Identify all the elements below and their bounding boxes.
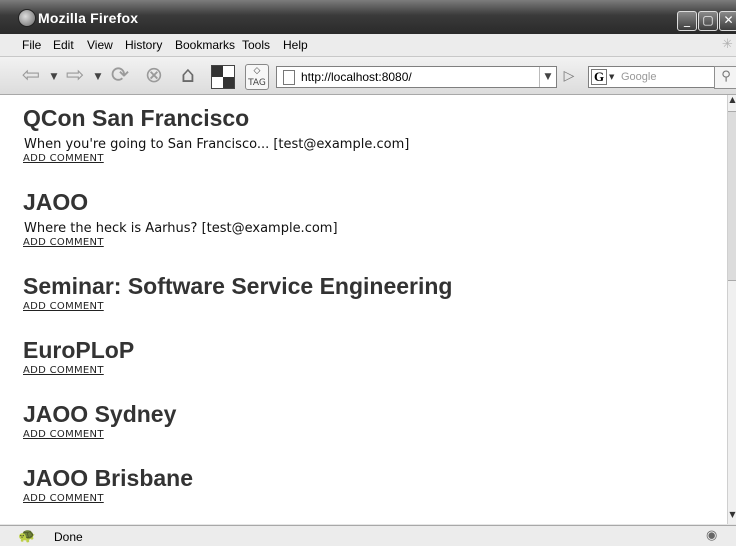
event-description: When you're going to San Francisco... [t…	[24, 137, 410, 152]
event-title: JAOO	[23, 189, 89, 215]
title-bar: Mozilla Firefox _ ▢ ✕	[0, 0, 736, 34]
event-title: Seminar: Software Service Engineering	[23, 273, 453, 299]
add-comment-link[interactable]: ADD COMMENT	[23, 301, 452, 312]
tag-label: TAG	[248, 78, 266, 88]
scroll-down-icon[interactable]: ▼	[728, 510, 736, 524]
go-arrow-icon[interactable]: ▷	[560, 67, 578, 85]
menu-history[interactable]: History	[125, 38, 162, 52]
menu-bar: File Edit View History Bookmarks Tools H…	[0, 34, 736, 57]
add-comment-link[interactable]: ADD COMMENT	[23, 153, 409, 164]
status-bar: 🐢 Done ◉	[0, 525, 736, 546]
event-description: Where the heck is Aarhus? [test@example.…	[24, 221, 338, 236]
event-entry: JAOO Where the heck is Aarhus? [test@exa…	[23, 189, 338, 248]
magnifier-icon[interactable]: ⚲	[714, 66, 736, 89]
maximize-button[interactable]: ▢	[698, 11, 718, 31]
event-entry: Seminar: Software Service Engineering AD…	[23, 273, 452, 312]
event-entry: QCon San Francisco When you're going to …	[23, 105, 409, 164]
event-title: JAOO Sydney	[23, 401, 177, 427]
event-title: EuroPLoP	[23, 337, 135, 363]
reload-icon[interactable]: ⟳	[107, 63, 133, 89]
event-entry: JAOO Sydney ADD COMMENT	[23, 401, 176, 440]
status-indicator-icon[interactable]: ◉	[706, 528, 717, 543]
stop-icon[interactable]: ⊗	[141, 63, 167, 89]
search-placeholder[interactable]: Google	[621, 71, 656, 83]
add-comment-link[interactable]: ADD COMMENT	[23, 429, 176, 440]
navigation-toolbar: ⇦ ▼ ⇨ ▼ ⟳ ⊗ ⌂ ◇ TAG http://localhost:8080…	[0, 57, 736, 95]
search-engine-icon[interactable]: G	[591, 69, 607, 85]
back-arrow-icon[interactable]: ⇦	[18, 63, 44, 89]
event-entry: EuroPLoP ADD COMMENT	[23, 337, 134, 376]
search-box[interactable]: G ▼ Google	[588, 66, 715, 88]
search-engine-dropdown-icon[interactable]: ▼	[609, 73, 614, 81]
event-title: QCon San Francisco	[23, 105, 250, 131]
menu-help[interactable]: Help	[283, 38, 308, 52]
minimize-button[interactable]: _	[677, 11, 697, 31]
bookmark-grid-icon[interactable]	[211, 65, 235, 89]
event-title: JAOO Brisbane	[23, 465, 193, 491]
url-bar[interactable]: http://localhost:8080/ ▼	[276, 66, 557, 88]
menu-edit[interactable]: Edit	[53, 38, 74, 52]
menu-tools[interactable]: Tools	[242, 38, 270, 52]
page-icon	[283, 70, 295, 85]
url-dropdown-icon[interactable]: ▼	[539, 67, 556, 87]
forward-arrow-icon[interactable]: ⇨	[62, 63, 88, 89]
add-comment-link[interactable]: ADD COMMENT	[23, 493, 193, 504]
back-history-dropdown[interactable]: ▼	[49, 64, 59, 90]
home-icon[interactable]: ⌂	[175, 63, 201, 89]
add-comment-link[interactable]: ADD COMMENT	[23, 237, 338, 248]
menu-file[interactable]: File	[22, 38, 41, 52]
scroll-thumb[interactable]	[728, 111, 736, 281]
close-button[interactable]: ✕	[719, 11, 736, 31]
url-text[interactable]: http://localhost:8080/	[301, 70, 412, 84]
status-text: Done	[54, 530, 83, 544]
menu-view[interactable]: View	[87, 38, 113, 52]
add-comment-link[interactable]: ADD COMMENT	[23, 365, 134, 376]
vertical-scrollbar[interactable]: ▲ ▼	[727, 95, 736, 524]
event-entry: JAOO Brisbane ADD COMMENT	[23, 465, 193, 504]
window-title: Mozilla Firefox	[38, 10, 139, 26]
forward-history-dropdown[interactable]: ▼	[93, 64, 103, 90]
page-content: QCon San Francisco When you're going to …	[0, 95, 727, 524]
browser-window: Mozilla Firefox _ ▢ ✕ File Edit View His…	[0, 0, 736, 546]
status-turtle-icon: 🐢	[18, 528, 36, 544]
throbber-icon: ✳	[722, 37, 733, 52]
tag-icon[interactable]: ◇ TAG	[245, 64, 269, 90]
menu-bookmarks[interactable]: Bookmarks	[175, 38, 235, 52]
scroll-up-icon[interactable]: ▲	[728, 95, 736, 109]
firefox-logo-icon	[18, 9, 36, 27]
